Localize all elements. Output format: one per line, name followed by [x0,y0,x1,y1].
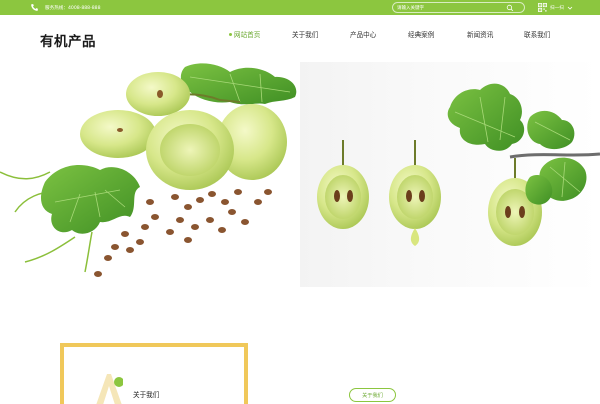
search-icon[interactable] [506,4,514,12]
scan-label: 扫一扫 [550,5,564,11]
nav-item-cases[interactable]: 经典案例 [408,29,434,39]
active-dot-icon [229,32,232,36]
nav-item-label: 网站首页 [234,31,261,39]
nav-item-label: 经典案例 [408,31,435,39]
nav-item-about[interactable]: 关于我们 [292,29,318,39]
site-logo[interactable]: 有机产品 [40,30,96,50]
hero-banner[interactable] [0,62,600,287]
hotline-label: 服务热线：4008-888-888 [45,5,101,11]
scan-menu[interactable]: 扫一扫 [538,0,573,15]
chevron-down-icon [567,6,573,10]
nav-item-contact[interactable]: 联系我们 [524,29,550,39]
top-bar: 服务热线：4008-888-888 扫一扫 [0,0,600,15]
nav-item-label: 联系我们 [524,31,551,39]
nav-item-home[interactable]: 网站首页 [229,29,260,39]
search-box [392,2,525,13]
about-letter-a-icon [96,374,123,404]
grape-illustration [0,63,600,277]
about-us-button[interactable]: 关于我们 [349,388,396,402]
about-us-button-label: 关于我们 [362,392,383,399]
page: 服务热线：4008-888-888 扫一扫 [0,0,600,404]
about-title: 关于我们 [133,391,160,399]
nav-item-news[interactable]: 新闻资讯 [467,29,493,39]
nav-item-label: 新闻资讯 [467,31,494,39]
nav-item-label: 关于我们 [292,31,319,39]
search-input[interactable] [397,4,497,12]
nav-item-products[interactable]: 产品中心 [350,29,376,39]
hotline-text: 服务热线：4008-888-888 [31,0,101,15]
nav-item-label: 产品中心 [350,31,377,39]
qr-code-icon [538,3,547,12]
